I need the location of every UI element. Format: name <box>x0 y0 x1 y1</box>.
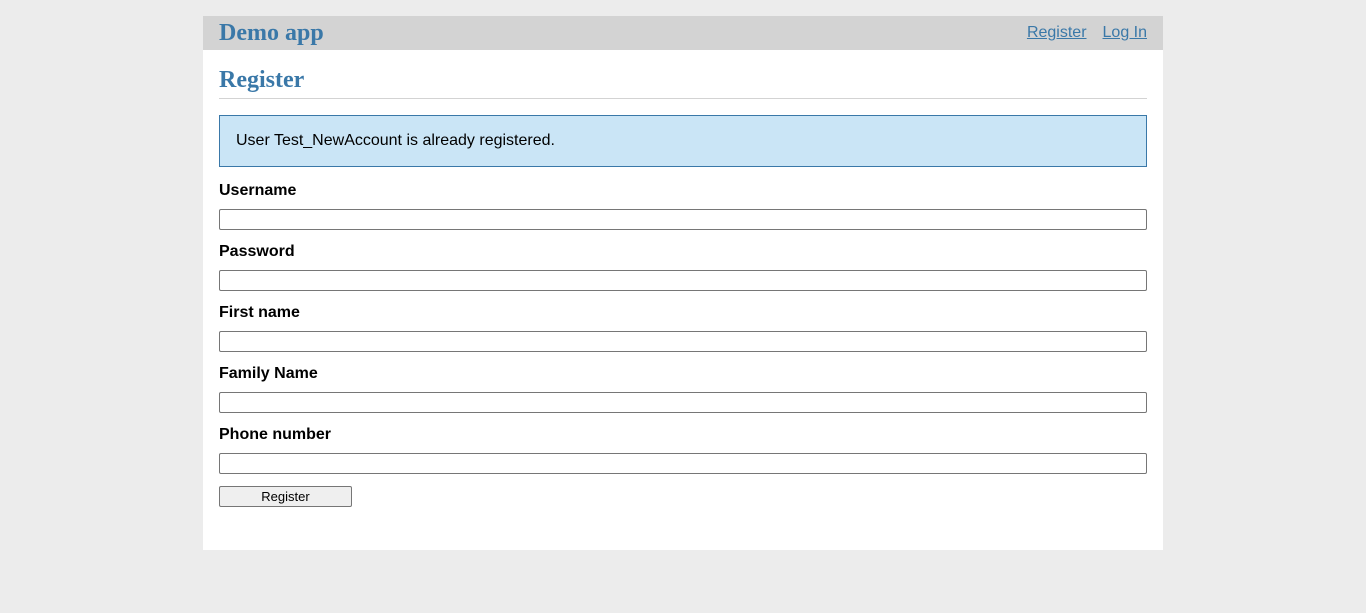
username-input[interactable] <box>219 209 1147 230</box>
password-input[interactable] <box>219 270 1147 291</box>
phone-number-label: Phone number <box>219 426 332 443</box>
first-name-input[interactable] <box>219 331 1147 352</box>
top-nav: Demo app Register Log In <box>203 16 1163 50</box>
register-submit-button[interactable]: Register <box>219 486 352 507</box>
register-form: Username Password First name Family Name… <box>219 181 1147 507</box>
nav-register-link[interactable]: Register <box>1027 24 1087 42</box>
family-name-label: Family Name <box>219 365 318 382</box>
flash-message: User Test_NewAccount is already register… <box>219 115 1147 167</box>
family-name-input[interactable] <box>219 392 1147 413</box>
username-label: Username <box>219 182 297 199</box>
nav-login-link[interactable]: Log In <box>1103 24 1147 42</box>
nav-links: Register Log In <box>1027 24 1147 42</box>
page-title: Register <box>219 66 1147 99</box>
password-label: Password <box>219 243 295 260</box>
brand-title: Demo app <box>219 20 324 46</box>
phone-number-input[interactable] <box>219 453 1147 474</box>
main-content: Register User Test_NewAccount is already… <box>203 66 1163 507</box>
page-container: Demo app Register Log In Register User T… <box>203 16 1163 550</box>
first-name-label: First name <box>219 304 300 321</box>
